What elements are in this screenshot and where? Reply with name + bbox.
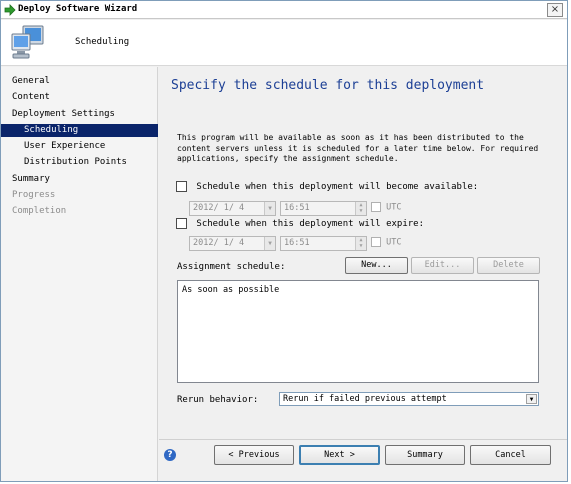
- close-button[interactable]: ×: [547, 3, 563, 17]
- wizard-window: Deploy Software Wizard × Scheduling Gene…: [0, 0, 568, 482]
- dropdown-arrow-icon[interactable]: ▼: [526, 394, 537, 404]
- available-utc-label: UTC: [386, 202, 402, 213]
- title-bar: Deploy Software Wizard ×: [1, 1, 567, 19]
- rerun-behavior-value: Rerun if failed previous attempt: [283, 394, 447, 404]
- nav-item-distribution-points[interactable]: Distribution Points: [1, 156, 158, 169]
- available-date-picker[interactable]: 2012/ 1/ 4 ▼: [189, 201, 276, 216]
- dropdown-arrow-icon: ▼: [264, 237, 275, 250]
- available-date-value: 2012/ 1/ 4: [193, 203, 245, 213]
- available-schedule-row: Schedule when this deployment will becom…: [176, 181, 478, 195]
- nav-item-deployment-settings[interactable]: Deployment Settings: [1, 108, 158, 121]
- expire-label: Schedule when this deployment will expir…: [196, 218, 424, 229]
- nav-item-progress: Progress: [12, 190, 56, 200]
- new-schedule-button[interactable]: New...: [345, 257, 408, 274]
- available-label: Schedule when this deployment will becom…: [196, 181, 479, 192]
- wizard-nav: General Content Deployment Settings Sche…: [1, 67, 158, 481]
- rerun-behavior-select[interactable]: Rerun if failed previous attempt ▼: [279, 392, 539, 406]
- assignment-schedule-list[interactable]: As soon as possible: [177, 280, 539, 383]
- window-title: Deploy Software Wizard: [18, 4, 138, 14]
- expire-utc-checkbox[interactable]: [371, 237, 381, 247]
- rerun-behavior-label: Rerun behavior:: [177, 395, 259, 405]
- available-utc-checkbox[interactable]: [371, 202, 381, 212]
- expire-time-picker[interactable]: 16:51 ▲ ▼: [280, 236, 367, 251]
- expire-date-picker[interactable]: 2012/ 1/ 4 ▼: [189, 236, 276, 251]
- expire-checkbox[interactable]: [176, 218, 187, 229]
- available-checkbox[interactable]: [176, 181, 187, 192]
- description-text: This program will be available as soon a…: [177, 133, 539, 163]
- nav-item-scheduling[interactable]: Scheduling: [1, 124, 158, 137]
- computer-monitor-icon: [11, 25, 44, 59]
- expire-utc-label: UTC: [386, 237, 402, 248]
- spinner-icon: ▲ ▼: [355, 202, 366, 215]
- wizard-footer: ? < Previous Next > Summary Cancel: [159, 439, 567, 481]
- available-time-value: 16:51: [284, 203, 310, 213]
- cancel-button[interactable]: Cancel: [470, 445, 551, 465]
- summary-button[interactable]: Summary: [385, 445, 465, 465]
- spinner-icon: ▲ ▼: [355, 237, 366, 250]
- available-utc-option[interactable]: UTC: [371, 202, 401, 213]
- nav-item-summary[interactable]: Summary: [1, 173, 158, 186]
- page-title: Scheduling: [75, 37, 130, 47]
- next-button[interactable]: Next >: [299, 445, 380, 465]
- expire-utc-option[interactable]: UTC: [371, 237, 401, 248]
- assignment-schedule-label: Assignment schedule:: [177, 262, 286, 272]
- section-heading: Specify the schedule for this deployment: [171, 78, 485, 93]
- wizard-header: Scheduling: [1, 20, 567, 66]
- edit-schedule-button: Edit...: [411, 257, 474, 274]
- help-icon[interactable]: ?: [164, 449, 176, 461]
- nav-item-user-experience[interactable]: User Experience: [1, 140, 158, 153]
- available-time-picker[interactable]: 16:51 ▲ ▼: [280, 201, 367, 216]
- main-content: Specify the schedule for this deployment…: [159, 67, 567, 439]
- dropdown-arrow-icon: ▼: [264, 202, 275, 215]
- delete-schedule-button: Delete: [477, 257, 540, 274]
- nav-item-content[interactable]: Content: [1, 91, 158, 104]
- previous-button[interactable]: < Previous: [214, 445, 294, 465]
- green-arrow-icon: [4, 4, 16, 16]
- list-item[interactable]: As soon as possible: [182, 285, 279, 295]
- nav-item-completion: Completion: [12, 206, 67, 216]
- expire-time-value: 16:51: [284, 238, 310, 248]
- expire-date-value: 2012/ 1/ 4: [193, 238, 245, 248]
- nav-item-general[interactable]: General: [1, 75, 158, 88]
- expire-schedule-row: Schedule when this deployment will expir…: [176, 218, 424, 232]
